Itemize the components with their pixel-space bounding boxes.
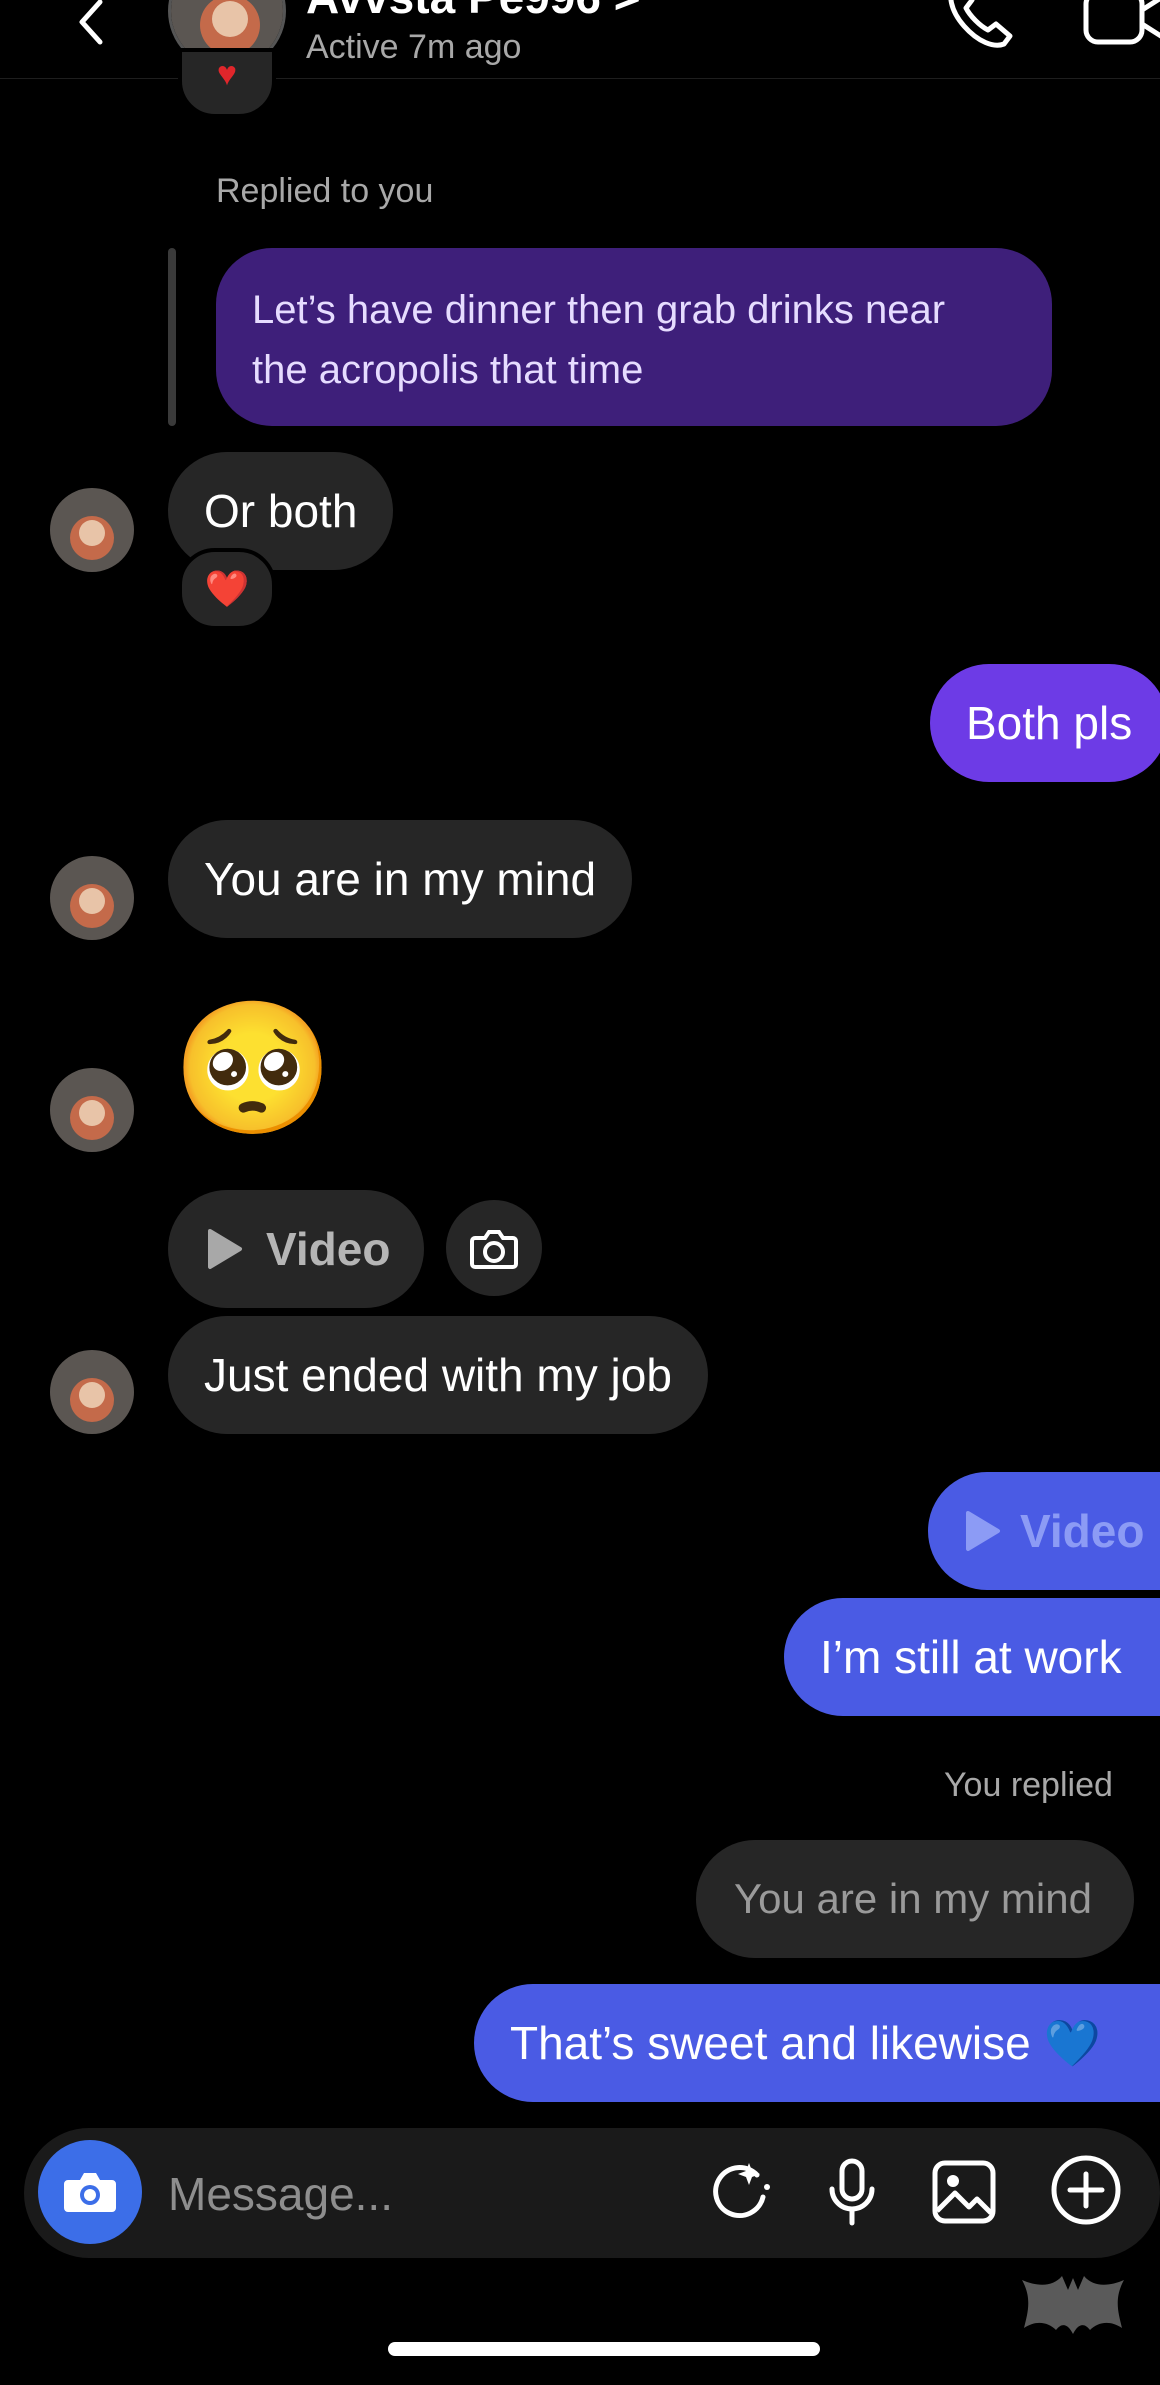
view-photo-button[interactable] [446,1200,542,1296]
avatar[interactable] [50,856,134,940]
chat-header: Avvsta Pe996 > Active 7m ago [0,0,1160,79]
video-label: Video [1020,1505,1145,1557]
message-input[interactable] [168,2154,668,2234]
active-status: Active 7m ago [306,28,522,66]
video-call-icon[interactable] [1080,0,1160,50]
emoji-message[interactable]: 🥺 [172,988,334,1148]
sticker-icon [713,2163,770,2219]
message-bubble-sent[interactable]: That’s sweet and likewise 💙 [474,1984,1160,2102]
avatar[interactable] [50,1068,134,1152]
message-bubble-sent[interactable]: Both pls [930,664,1160,782]
video-message[interactable]: Video [168,1190,425,1308]
voice-button[interactable] [812,2152,892,2232]
contact-name[interactable]: Avvsta Pe996 > [306,0,641,24]
sticker-button[interactable] [700,2152,780,2232]
reply-label: Replied to you [216,172,434,210]
reaction-badge[interactable]: ❤️ [178,548,276,630]
gallery-button[interactable] [924,2152,1004,2232]
avatar[interactable] [50,488,134,572]
back-icon[interactable] [66,0,122,50]
message-bubble-sent[interactable]: I’m still at work [784,1598,1160,1716]
home-indicator [388,2342,820,2356]
gallery-icon [932,2160,996,2224]
mic-icon [829,2158,875,2226]
camera-icon [64,2173,116,2212]
plus-icon [1051,2155,1121,2225]
message-bubble[interactable]: Just ended with my job [168,1316,708,1434]
camera-icon [470,1230,518,1269]
camera-button[interactable] [38,2140,142,2244]
reaction-badge[interactable]: ♥ [178,48,276,118]
reply-bar [168,248,176,426]
video-message-sent[interactable]: Video [928,1472,1160,1590]
bat-logo-icon [1022,2276,1124,2334]
quoted-message[interactable]: Let’s have dinner then grab drinks near … [216,248,1052,426]
play-icon [208,1229,242,1269]
call-icon[interactable] [940,0,1018,52]
play-icon [966,1511,1000,1551]
more-button[interactable] [1046,2150,1126,2230]
video-label: Video [266,1223,391,1275]
avatar[interactable] [50,1350,134,1434]
message-bubble[interactable]: You are in my mind [168,820,633,938]
reply-label: You replied [944,1766,1113,1804]
quoted-message[interactable]: You are in my mind [696,1840,1134,1958]
